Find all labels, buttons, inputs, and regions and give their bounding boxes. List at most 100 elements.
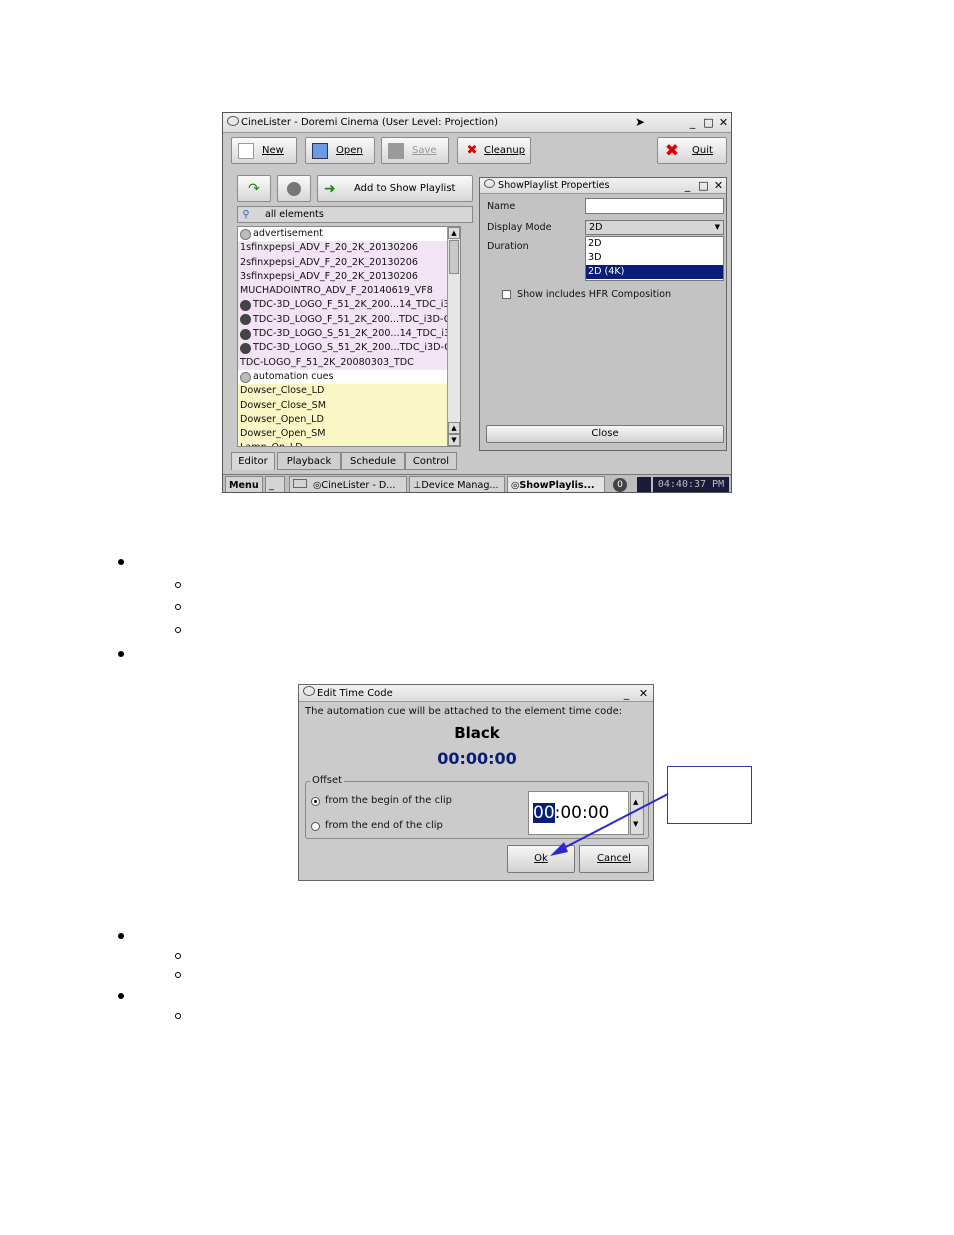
name-input[interactable]	[585, 198, 724, 214]
list-item[interactable]: Lamp_On_LD	[238, 441, 460, 446]
search-icon: ⚲	[242, 209, 250, 220]
list-item[interactable]: TDC-3D_LOGO_S_51_2K_200...TDC_i3D-GB	[238, 341, 460, 356]
bullet-marker	[118, 993, 124, 999]
list-item[interactable]: automation cues	[238, 369, 460, 385]
tab-control[interactable]: Control	[405, 452, 457, 470]
clock: 04:40:37 PM	[653, 477, 729, 492]
list-item[interactable]: TDC-LOGO_F_51_2K_20080303_TDC	[238, 355, 460, 370]
radio-from-begin[interactable]	[311, 797, 320, 806]
list-item[interactable]: TDC-3D_LOGO_F_51_2K_200...TDC_i3D-GB	[238, 312, 460, 328]
taskbar: Menu _ ◎CineLister - D... ⊥Device Manag.…	[223, 474, 731, 492]
show-desktop-button[interactable]: _	[265, 476, 285, 492]
list-item-label: automation cues	[253, 370, 334, 382]
quit-button[interactable]: ✖ Quit	[657, 137, 727, 164]
scroll-thumb[interactable]	[449, 240, 459, 274]
bullet-marker	[118, 933, 124, 939]
list-item[interactable]: Dowser_Open_SM	[238, 427, 460, 442]
list-item-label: MUCHADOINTRO_ADV_F_20140619_VF8	[240, 285, 433, 297]
from-begin-label: from the begin of the clip	[325, 795, 452, 806]
scroll-up-lower-icon[interactable]: ▲	[448, 422, 460, 434]
spp-close-icon[interactable]: ✕	[713, 180, 724, 191]
notification-badge[interactable]: 0	[613, 478, 627, 492]
taskbar-item-cinelister[interactable]: ◎CineLister - D...	[289, 476, 407, 492]
group-button[interactable]	[277, 175, 311, 202]
spp-maximize-icon[interactable]: □	[698, 180, 709, 191]
display-mode-select[interactable]: 2D ▼	[585, 220, 724, 235]
list-item-label: Dowser_Close_SM	[240, 399, 327, 411]
list-item[interactable]: Dowser_Open_LD	[238, 412, 460, 428]
add-to-show-playlist-button[interactable]: ➜ Add to Show Playlist	[317, 175, 473, 202]
callout-arrow-head	[550, 842, 568, 856]
element-list[interactable]: advertisement 1sfinxpepsi_ADV_F_20_2K_201…	[237, 226, 461, 447]
list-item[interactable]: Dowser_Close_LD	[238, 384, 460, 399]
terminal-icon	[293, 479, 307, 488]
element-rows: advertisement 1sfinxpepsi_ADV_F_20_2K_201…	[238, 227, 460, 446]
sub-bullet-marker	[175, 972, 181, 978]
group-icon	[287, 181, 301, 196]
scroll-up-icon[interactable]: ▲	[448, 227, 460, 239]
save-button[interactable]: Save	[381, 137, 449, 164]
filter-dropdown[interactable]: ⚲ all elements	[237, 206, 473, 223]
list-item[interactable]: 3sfinxpepsi_ADV_F_20_2K_20130206	[238, 269, 460, 285]
cleanup-button[interactable]: ✖ Cleanup	[457, 137, 531, 164]
list-item-label: TDC-3D_LOGO_S_51_2K_200...TDC_i3D-GB	[253, 342, 459, 354]
close-icon[interactable]: ✕	[718, 117, 729, 128]
hfr-checkbox[interactable]	[502, 290, 511, 299]
workspace-indicator[interactable]	[637, 477, 651, 492]
taskbar-item-showplaylist[interactable]: ◎ShowPlaylis...	[507, 476, 605, 492]
list-item-label: Dowser_Open_SM	[240, 428, 326, 440]
maximize-icon[interactable]: □	[703, 117, 714, 128]
bullet-marker	[118, 559, 124, 565]
tab-playback[interactable]: Playback	[277, 452, 341, 470]
hfr-label: Show includes HFR Composition	[517, 289, 672, 300]
list-item-label: TDC-3D_LOGO_F_51_2K_200...TDC_i3D-GB	[253, 313, 458, 325]
new-button[interactable]: New	[231, 137, 297, 164]
open-folder-icon	[312, 142, 328, 159]
callout-arrow	[550, 793, 669, 856]
callout-arrow-line	[559, 793, 669, 851]
list-item[interactable]: Dowser_Close_SM	[238, 398, 460, 413]
3d-badge-icon	[240, 328, 251, 340]
open-button[interactable]: Open	[305, 137, 375, 164]
new-file-icon	[238, 142, 254, 159]
list-item[interactable]: 2sfinxpepsi_ADV_F_20_2K_20130206	[238, 255, 460, 270]
scroll-down-icon[interactable]: ▼	[448, 434, 460, 446]
list-scrollbar[interactable]: ▲ ▲ ▼	[447, 227, 460, 446]
spp-minimize-icon[interactable]: _	[682, 180, 693, 191]
close-button[interactable]: Close	[486, 425, 724, 443]
radio-from-end[interactable]	[311, 822, 320, 831]
option-2d-4k[interactable]: 2D (4K)	[586, 265, 723, 279]
cinelister-titlebar: CineLister - Doremi Cinema (User Level: …	[223, 113, 731, 133]
bullet-marker	[118, 651, 124, 657]
name-label: Name	[487, 201, 516, 212]
tab-schedule[interactable]: Schedule	[341, 452, 405, 470]
refresh-button[interactable]: ↷	[237, 175, 271, 202]
green-right-arrow-icon: ➜	[324, 180, 336, 197]
list-item-label: TDC-3D_LOGO_S_51_2K_200...14_TDC_i3D	[253, 328, 458, 340]
option-3d[interactable]: 3D	[586, 251, 723, 265]
tab-editor[interactable]: Editor	[231, 452, 275, 470]
category-icon	[240, 371, 251, 383]
3d-badge-icon	[240, 300, 251, 312]
list-item-label: advertisement	[253, 228, 323, 239]
list-item[interactable]: TDC-3D_LOGO_S_51_2K_200...14_TDC_i3D	[238, 327, 460, 342]
list-item[interactable]: MUCHADOINTRO_ADV_F_20140619_VF8	[238, 284, 460, 299]
menu-button[interactable]: Menu	[225, 476, 263, 492]
list-item[interactable]: TDC-3D_LOGO_F_51_2K_200...14_TDC_i3D	[238, 298, 460, 313]
taskbar-item-device-manager[interactable]: ⊥Device Manag...	[409, 476, 505, 492]
display-mode-options[interactable]: 2D 3D 2D (4K)	[585, 236, 724, 281]
list-item[interactable]: 1sfinxpepsi_ADV_F_20_2K_20130206	[238, 241, 460, 256]
etc-minimize-icon[interactable]: _	[621, 688, 632, 699]
etc-close-icon[interactable]: ✕	[638, 688, 649, 699]
option-2d[interactable]: 2D	[586, 237, 723, 251]
3d-badge-icon	[240, 343, 251, 355]
display-mode-label: Display Mode	[487, 222, 552, 233]
list-item-label: 3sfinxpepsi_ADV_F_20_2K_20130206	[240, 270, 418, 282]
list-item-label: Dowser_Close_LD	[240, 385, 325, 397]
sub-bullet-marker	[175, 604, 181, 610]
spp-logo-icon	[484, 179, 495, 188]
minimize-icon[interactable]: _	[687, 117, 698, 128]
list-item[interactable]: advertisement	[238, 227, 460, 242]
duration-label: Duration	[487, 241, 529, 252]
sub-bullet-marker	[175, 953, 181, 959]
